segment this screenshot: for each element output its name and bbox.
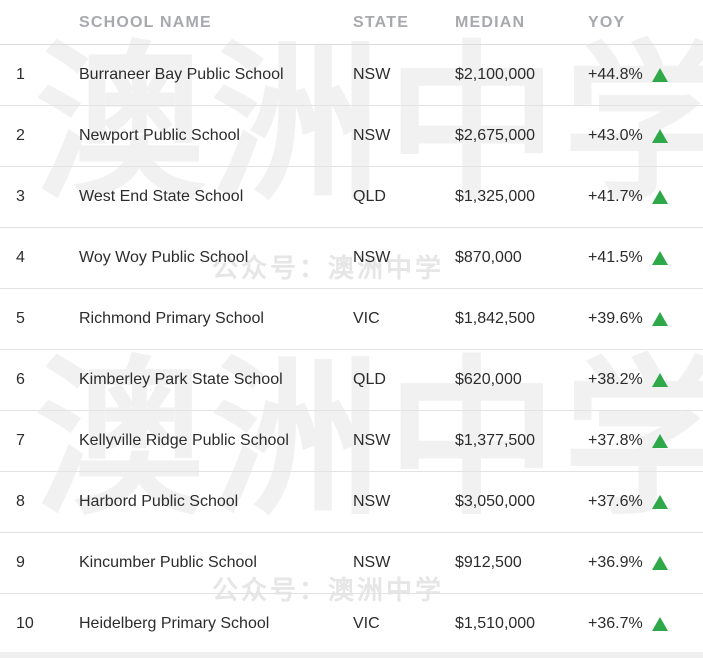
rank-cell: 6 [0, 349, 79, 411]
rank-cell: 2 [0, 105, 79, 167]
trend-up-icon [652, 250, 668, 265]
table-row[interactable]: 1 Burraneer Bay Public School NSW $2,100,00… [0, 44, 703, 106]
state-cell: NSW [353, 44, 455, 106]
yoy-value: +41.5% [588, 248, 643, 266]
yoy-value: +41.7% [588, 187, 643, 205]
yoy-cell: +36.7% [588, 593, 703, 654]
median-cell: $912,500 [455, 532, 588, 594]
rank-cell: 1 [0, 44, 79, 106]
trend-up-icon [652, 189, 668, 204]
rank-cell: 9 [0, 532, 79, 594]
table-header: SCHOOL NAME STATE MEDIAN YOY [0, 0, 703, 45]
rank-cell: 3 [0, 166, 79, 228]
rank-cell: 7 [0, 410, 79, 472]
yoy-value: +44.8% [588, 65, 643, 83]
yoy-value: +43.0% [588, 126, 643, 144]
trend-up-icon [652, 616, 668, 631]
header-school-name[interactable]: SCHOOL NAME [79, 0, 353, 45]
state-cell: NSW [353, 410, 455, 472]
school-name-cell: Burraneer Bay Public School [79, 44, 353, 106]
state-cell: QLD [353, 349, 455, 411]
median-cell: $1,842,500 [455, 288, 588, 350]
yoy-cell: +44.8% [588, 44, 703, 106]
trend-up-icon [652, 494, 668, 509]
state-cell: NSW [353, 105, 455, 167]
trend-up-icon [652, 433, 668, 448]
trend-up-icon [652, 555, 668, 570]
yoy-cell: +37.6% [588, 471, 703, 533]
yoy-cell: +36.9% [588, 532, 703, 594]
yoy-value: +37.8% [588, 431, 643, 449]
rank-cell: 8 [0, 471, 79, 533]
state-cell: VIC [353, 614, 380, 632]
state-cell: NSW [353, 471, 455, 533]
trend-up-icon [652, 67, 668, 82]
state-cell: NSW [353, 227, 455, 289]
yoy-value: +37.6% [588, 492, 643, 510]
yoy-cell: +43.0% [588, 105, 703, 167]
header-yoy[interactable]: YOY [588, 0, 703, 45]
table-row[interactable]: 8 Harbord Public School NSW $3,050,000 +37.6… [0, 471, 703, 533]
yoy-cell: +41.5% [588, 227, 703, 289]
school-name-cell: Richmond Primary School [79, 288, 353, 350]
school-name-cell: Kimberley Park State School [79, 349, 353, 411]
table-row[interactable]: 5 Richmond Primary School VIC $1,842,500 +39… [0, 288, 703, 350]
school-name-cell: Woy Woy Public School [79, 227, 353, 289]
school-name-cell: West End State School [79, 166, 353, 228]
yoy-value: +38.2% [588, 370, 643, 388]
table-row[interactable]: 7 Kellyville Ridge Public School NSW $1,377… [0, 410, 703, 472]
school-name-cell: Harbord Public School [79, 471, 353, 533]
trend-up-icon [652, 128, 668, 143]
median-cell: $3,050,000 [455, 471, 588, 533]
trend-up-icon [652, 372, 668, 387]
rank-cell: 5 [0, 288, 79, 350]
state-cell: VIC [353, 288, 455, 350]
median-cell: $870,000 [455, 227, 588, 289]
school-name-cell: Newport Public School [79, 105, 353, 167]
school-name-cell: Heidelberg Primary School [79, 614, 270, 632]
table-row[interactable]: 6 Kimberley Park State School QLD $620,000 +… [0, 349, 703, 411]
table-row[interactable]: 9 Kincumber Public School NSW $912,500 +36.9… [0, 532, 703, 594]
header-median[interactable]: MEDIAN [455, 0, 588, 45]
table-row[interactable]: 2 Newport Public School NSW $2,675,000 +43.0… [0, 105, 703, 167]
school-name-cell: Kellyville Ridge Public School [79, 410, 353, 472]
yoy-cell: +39.6% [588, 288, 703, 350]
median-cell: $620,000 [455, 349, 588, 411]
header-rank [0, 0, 79, 45]
median-cell: $1,377,500 [455, 410, 588, 472]
yoy-value: +36.9% [588, 553, 643, 571]
school-name-cell: Kincumber Public School [79, 532, 353, 594]
trend-up-icon [652, 311, 668, 326]
rank-cell: 10 [16, 614, 34, 632]
yoy-cell: +37.8% [588, 410, 703, 472]
yoy-cell: +41.7% [588, 166, 703, 228]
yoy-cell: +38.2% [588, 349, 703, 411]
rank-cell: 4 [0, 227, 79, 289]
median-cell: $2,675,000 [455, 105, 588, 167]
table-row[interactable]: 3 West End State School QLD $1,325,000 +41.7… [0, 166, 703, 228]
state-cell: NSW [353, 532, 455, 594]
header-state[interactable]: STATE [353, 0, 455, 45]
table-body: 1 Burraneer Bay Public School NSW $2,100,00… [0, 44, 703, 654]
yoy-value: +36.7% [588, 614, 643, 632]
median-cell: $2,100,000 [455, 44, 588, 106]
state-cell: QLD [353, 166, 455, 228]
median-cell: $1,510,000 [455, 614, 536, 632]
table-row[interactable]: 4 Woy Woy Public School NSW $870,000 +41.5% [0, 227, 703, 289]
table-row[interactable]: 10 Heidelberg Primary School VIC $1,510,000… [0, 593, 703, 654]
scroll-edge [0, 652, 703, 658]
median-cell: $1,325,000 [455, 166, 588, 228]
school-table: SCHOOL NAME STATE MEDIAN YOY 1 Burraneer … [0, 0, 703, 654]
yoy-value: +39.6% [588, 309, 643, 327]
school-ranking-view: 澳洲中学 公众号：澳洲中学 澳洲中学 公众号：澳洲中学 SCHOOL NAME … [0, 0, 703, 658]
